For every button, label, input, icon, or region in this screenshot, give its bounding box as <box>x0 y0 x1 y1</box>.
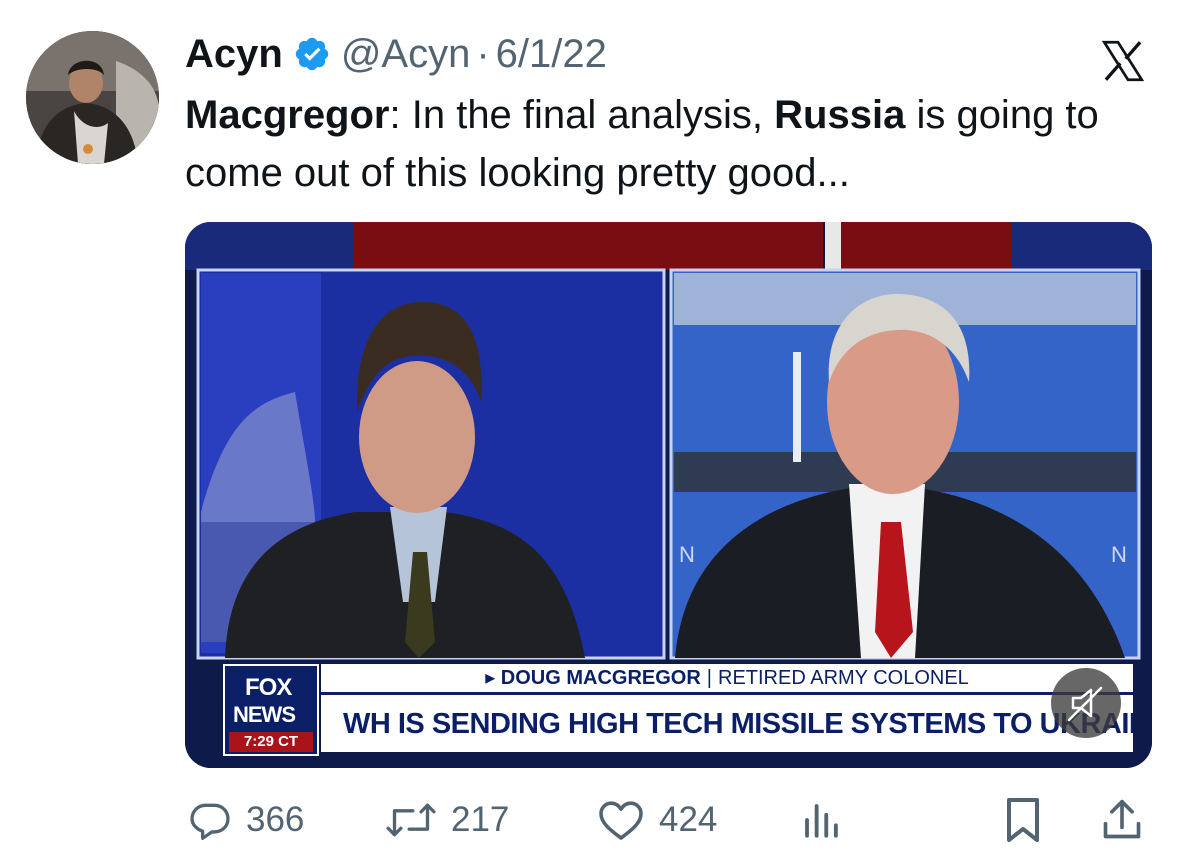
avatar-photo <box>26 31 159 164</box>
guest-name: DOUG MACGREGOR <box>500 667 701 689</box>
reply-count: 366 <box>246 800 305 839</box>
author-handle[interactable]: @Acyn <box>341 32 471 77</box>
svg-text:N: N <box>679 542 695 567</box>
reply-button[interactable]: 366 <box>188 790 304 850</box>
mute-toggle-button[interactable] <box>1051 668 1121 738</box>
tweet-media-video[interactable]: N N FOX NEWS 7:29 CT ▸ DOUG MACGREGOR | RE… <box>185 222 1152 768</box>
share-button[interactable] <box>1100 790 1144 850</box>
views-button[interactable] <box>800 790 842 850</box>
repost-icon <box>386 803 436 837</box>
chyron-headline: WH IS SENDING HIGH TECH MISSILE SYSTEMS … <box>321 692 1133 752</box>
fox-news-logo: FOX NEWS 7:29 CT <box>223 664 319 756</box>
bookmark-icon <box>1007 798 1039 842</box>
heart-icon <box>599 801 643 840</box>
like-button[interactable]: 424 <box>597 790 717 850</box>
tweet-date[interactable]: 6/1/22 <box>496 32 607 77</box>
repost-count: 217 <box>451 800 510 839</box>
reply-icon <box>190 803 230 840</box>
tweet-actions-bar: 366 217 424 <box>0 790 1179 850</box>
svg-text:N: N <box>1111 542 1127 567</box>
tweet-text-run: Macgregor <box>185 93 390 137</box>
tweet-text: Macgregor: In the final analysis, Russia… <box>185 86 1160 202</box>
x-logo-icon <box>1101 40 1145 82</box>
header-separator: · <box>476 31 490 76</box>
tweet-text-run: Russia <box>774 93 906 137</box>
tweet-text-run: : In the final analysis, <box>389 93 775 137</box>
muted-speaker-icon <box>1067 686 1103 722</box>
views-bar-chart-icon <box>805 804 838 838</box>
guest-name-bar: ▸ DOUG MACGREGOR | RETIRED ARMY COLONEL <box>321 664 1133 692</box>
fox-logo-top: FOX <box>245 674 292 701</box>
broadcast-time: 7:29 CT <box>229 732 313 752</box>
lower-third: FOX NEWS 7:29 CT ▸ DOUG MACGREGOR | RETIRE… <box>223 664 1141 756</box>
tweet-header: Acyn @Acyn · 6/1/22 <box>185 28 607 80</box>
bookmark-button[interactable] <box>1003 790 1043 850</box>
play-triangle-icon: ▸ <box>485 667 501 689</box>
author-display-name[interactable]: Acyn <box>185 32 283 77</box>
like-count: 424 <box>659 800 718 839</box>
author-avatar[interactable] <box>26 31 159 164</box>
repost-button[interactable]: 217 <box>385 790 509 850</box>
share-icon <box>1103 799 1141 839</box>
guest-divider: | <box>706 667 712 689</box>
verified-badge-icon <box>295 37 329 71</box>
guest-title: RETIRED ARMY COLONEL <box>718 667 969 689</box>
fox-logo-bottom: NEWS <box>233 702 296 727</box>
